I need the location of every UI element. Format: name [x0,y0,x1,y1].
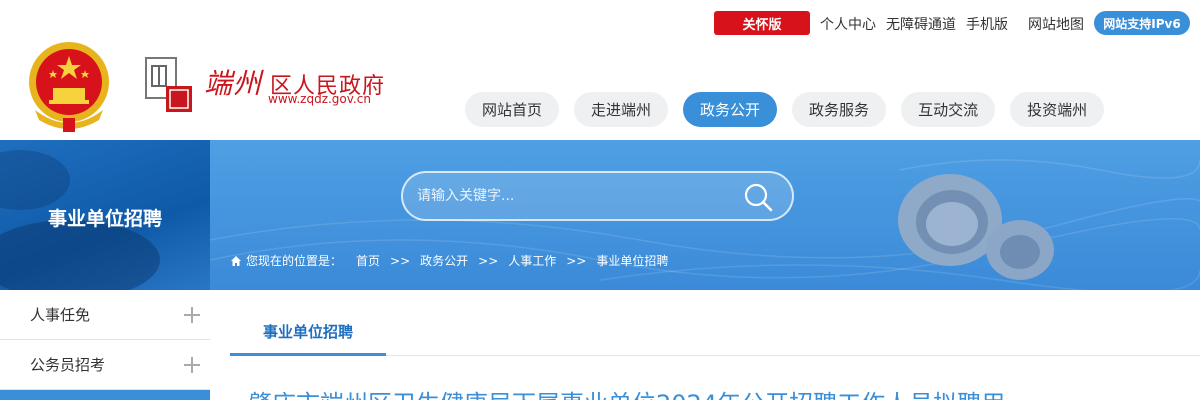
accessibility-link[interactable]: 无障碍通道 [886,14,956,34]
nav-interaction[interactable]: 互动交流 [901,92,996,127]
breadcrumb-home[interactable]: 首页 [356,252,380,269]
nav-home[interactable]: 网站首页 [465,92,560,127]
breadcrumb-current[interactable]: 事业单位招聘 [596,252,668,269]
nav-investment[interactable]: 投资端州 [1010,92,1105,127]
search-icon[interactable] [742,181,774,213]
mobile-version-link[interactable]: 手机版 [966,14,1008,34]
search-box [401,171,794,221]
sidebar-item-active[interactable] [0,390,210,400]
sitemap-link[interactable]: 网站地图 [1028,14,1084,34]
seal-logo-icon [145,57,192,112]
sidebar-item-label: 公务员招考 [30,356,106,374]
main-nav: 网站首页 走进端州 政务公开 政务服务 互动交流 投资端州 [465,92,1105,127]
breadcrumb: 您现在的位置是： 首页 >> 政务公开 >> 人事工作 >> 事业单位招聘 [230,252,668,269]
breadcrumb-label: 您现在的位置是： [246,254,343,268]
expand-plus-icon[interactable] [184,306,200,323]
nav-about[interactable]: 走进端州 [574,92,669,127]
nav-gov-services[interactable]: 政务服务 [792,92,887,127]
search-input[interactable] [417,188,727,204]
section-title: 事业单位招聘 [47,208,162,230]
breadcrumb-separator: >> [566,253,587,268]
sidebar-item-civil-service[interactable]: 公务员招考 [0,340,210,390]
care-mode-button[interactable]: 关怀版 [714,11,810,35]
breadcrumb-separator: >> [390,253,411,268]
expand-plus-icon[interactable] [184,356,200,373]
breadcrumb-separator: >> [478,253,499,268]
sidebar: 人事任免 公务员招考 [0,290,210,400]
national-emblem-icon [29,42,109,132]
personal-center-link[interactable]: 个人中心 [820,14,876,34]
nav-gov-affairs[interactable]: 政务公开 [683,92,778,127]
breadcrumb-personnel[interactable]: 人事工作 [508,252,556,269]
breadcrumb-gov-affairs[interactable]: 政务公开 [420,252,468,269]
site-url: www.zqdz.gov.cn [268,92,371,106]
inkstone-image [898,174,1054,280]
sidebar-item-label: 人事任免 [30,306,91,324]
content-tab-bar: 事业单位招聘 [230,310,1200,356]
banner: 事业单位招聘 您现在的位置是： 首页 >> 政务公开 >> 人事工作 >> 事业… [0,140,1200,290]
ipv6-badge: 网站支持IPv6 [1094,11,1190,35]
site-name-part1: 端州 [204,67,263,100]
home-icon [231,255,241,266]
tab-recruitment[interactable]: 事业单位招聘 [230,310,386,356]
sidebar-item-appointment[interactable]: 人事任免 [0,290,210,340]
article-title-link[interactable]: 肇庆市端州区卫生健康局下属事业单位2024年公开招聘工作人员拟聘用 [248,384,1188,400]
site-logo[interactable]: 端州 区人民政府 www.zqdz.gov.cn [144,52,384,122]
section-panel: 事业单位招聘 [0,140,210,290]
